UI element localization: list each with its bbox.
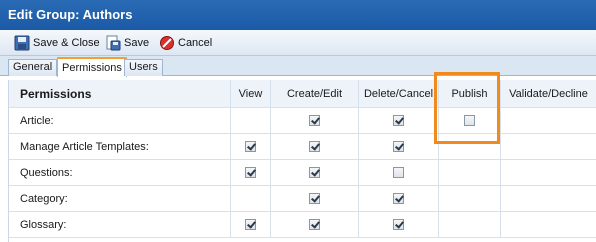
- permission-cell-create-edit: [271, 212, 359, 238]
- save-close-label: Save & Close: [33, 37, 100, 49]
- permission-cell-publish: [439, 134, 501, 160]
- permission-cell-delete-cancel: [359, 108, 439, 134]
- cancel-button[interactable]: Cancel: [159, 34, 212, 52]
- permission-checkbox-delete-cancel[interactable]: [393, 167, 404, 178]
- permission-cell-validate-decline: [501, 186, 596, 212]
- cancel-label: Cancel: [178, 37, 213, 49]
- permission-cell-view: [231, 160, 271, 186]
- permission-cell-create-edit: [271, 186, 359, 212]
- permission-cell-create-edit: [271, 160, 359, 186]
- permission-checkbox-publish[interactable]: [464, 115, 475, 126]
- permission-cell-publish: [439, 108, 501, 134]
- save-document-icon: [106, 35, 121, 51]
- tab-bar: General Permissions Users: [0, 56, 596, 77]
- permission-checkbox-create-edit[interactable]: [309, 193, 320, 204]
- tab-general[interactable]: General: [8, 59, 58, 76]
- permission-row-label: Category:: [9, 186, 231, 212]
- floppy-disk-icon: [14, 35, 30, 51]
- save-close-button[interactable]: Save & Close: [14, 34, 100, 52]
- permissions-grid: Permissions View Create/Edit Delete/Cancel P…: [8, 80, 596, 242]
- column-header-permissions: Permissions: [9, 80, 231, 108]
- column-header-validate-decline: Validate/Decline: [501, 80, 596, 108]
- permission-row-label: Questions:: [9, 160, 231, 186]
- permission-cell-validate-decline: [501, 212, 596, 238]
- permission-cell-create-edit: [271, 108, 359, 134]
- permission-cell-create-edit: [271, 134, 359, 160]
- permission-cell-view: [231, 108, 271, 134]
- permission-checkbox-create-edit[interactable]: [309, 115, 320, 126]
- permission-checkbox-view[interactable]: [245, 141, 256, 152]
- permission-cell-validate-decline: [501, 160, 596, 186]
- permission-checkbox-delete-cancel[interactable]: [393, 193, 404, 204]
- permission-checkbox-view[interactable]: [245, 219, 256, 230]
- permission-cell-view: [231, 212, 271, 238]
- permission-cell-view: [231, 134, 271, 160]
- permission-checkbox-create-edit[interactable]: [309, 167, 320, 178]
- tab-permissions[interactable]: Permissions: [57, 57, 127, 77]
- permission-checkbox-delete-cancel[interactable]: [393, 141, 404, 152]
- permission-cell-view: [231, 186, 271, 212]
- permission-checkbox-delete-cancel[interactable]: [393, 115, 404, 126]
- permission-checkbox-view[interactable]: [245, 167, 256, 178]
- permission-cell-delete-cancel: [359, 134, 439, 160]
- permission-cell-publish: [439, 186, 501, 212]
- permission-checkbox-create-edit[interactable]: [309, 219, 320, 230]
- save-button[interactable]: Save: [105, 34, 149, 52]
- cancel-icon: [160, 36, 174, 50]
- permission-cell-validate-decline: [501, 134, 596, 160]
- permission-cell-publish: [439, 212, 501, 238]
- permission-row-label: Manage Article Templates:: [9, 134, 231, 160]
- permission-row-label: Glossary:: [9, 212, 231, 238]
- permission-checkbox-delete-cancel[interactable]: [393, 219, 404, 230]
- permission-cell-publish: [439, 160, 501, 186]
- column-header-view: View: [231, 80, 271, 108]
- permission-cell-delete-cancel: [359, 212, 439, 238]
- window-title: Edit Group: Authors: [0, 0, 596, 30]
- permission-checkbox-create-edit[interactable]: [309, 141, 320, 152]
- permission-row-label: Article:: [9, 108, 231, 134]
- permission-cell-delete-cancel: [359, 186, 439, 212]
- permission-cell-delete-cancel: [359, 160, 439, 186]
- save-label: Save: [124, 37, 150, 49]
- toolbar: Save & Close Save Cancel: [0, 30, 596, 56]
- permission-cell-validate-decline: [501, 108, 596, 134]
- column-header-delete-cancel: Delete/Cancel: [359, 80, 439, 108]
- column-header-publish: Publish: [439, 80, 501, 108]
- column-header-create-edit: Create/Edit: [271, 80, 359, 108]
- tab-users[interactable]: Users: [124, 59, 163, 76]
